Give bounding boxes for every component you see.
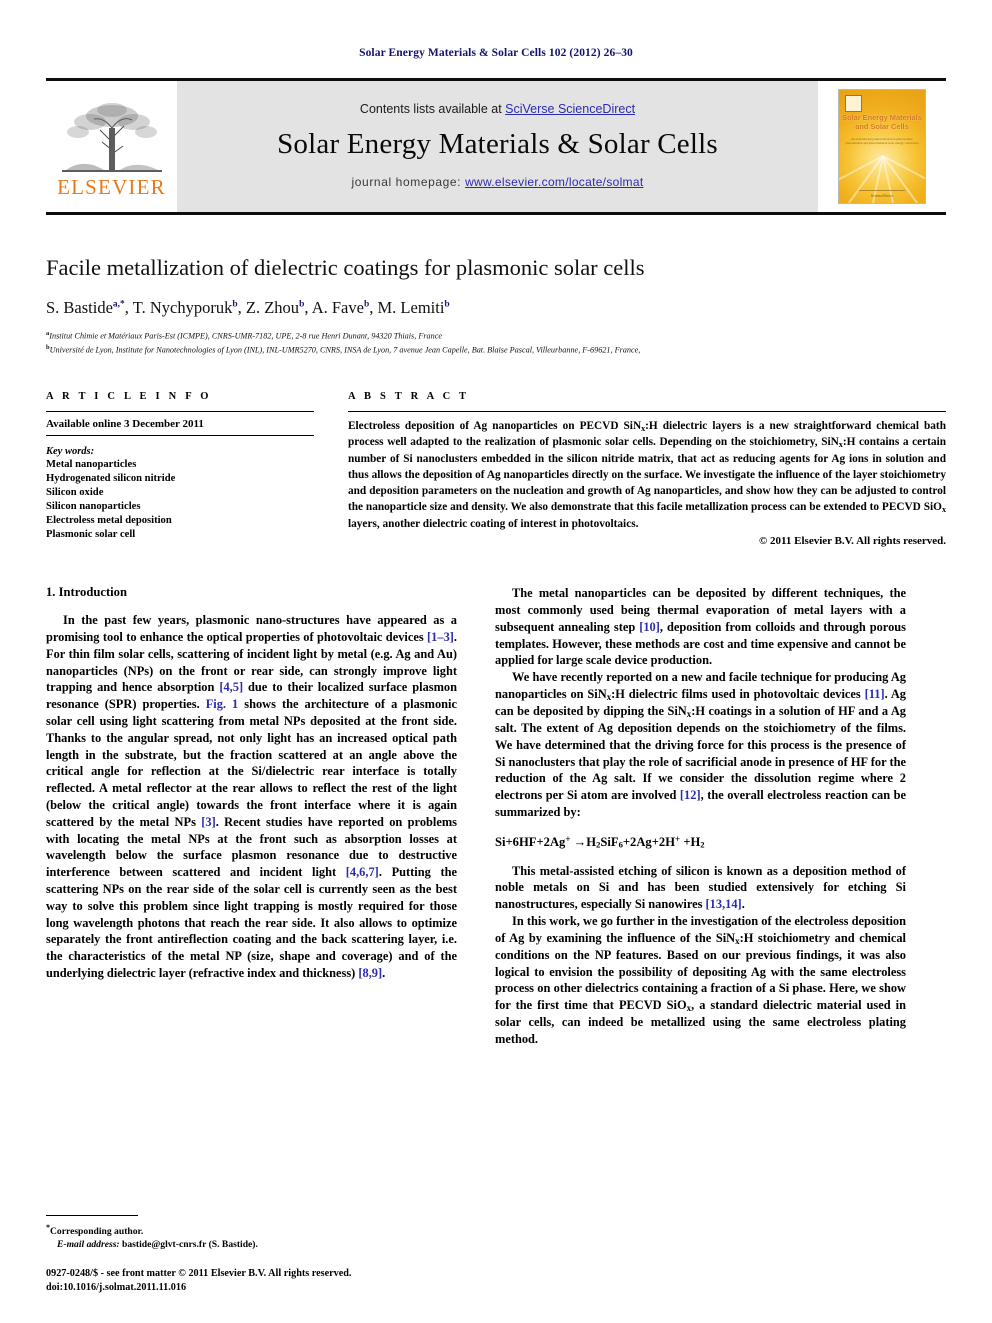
author-marks: b (299, 299, 305, 310)
abstract-copyright: © 2011 Elsevier B.V. All rights reserved… (759, 535, 946, 548)
citation-link[interactable]: [3] (201, 815, 215, 829)
elsevier-logo: ELSEVIER (46, 81, 177, 212)
keyword-item: Metal nanoparticles (46, 458, 137, 470)
corresponding-author-text: Corresponding author. (50, 1226, 144, 1237)
paragraph-metal-assisted-etching: This metal-assisted etching of silicon i… (495, 863, 906, 912)
citation-link[interactable]: [11] (865, 687, 885, 701)
sciencedirect-link[interactable]: SciVerse ScienceDirect (505, 102, 635, 116)
author-list: S. Bastidea,*, T. Nychyporukb, Z. Zhoub,… (46, 297, 450, 317)
chemical-equation: Si+6HF+2Ag+ →H2SiF6+2Ag+2H+ +H2 (495, 833, 705, 850)
title-block: Facile metallization of dielectric coati… (46, 255, 946, 357)
doi-line: doi:10.1016/j.solmat.2011.11.016 (46, 1281, 187, 1293)
cover-footer-text: ScienceDirect (870, 193, 894, 198)
author-item: Z. Zhoub (246, 298, 304, 317)
journal-banner: ELSEVIER Contents lists available at Sci… (46, 78, 946, 215)
citation-link[interactable]: [4,6,7] (346, 865, 379, 879)
citation-link[interactable]: [8,9] (358, 966, 382, 980)
citation-link[interactable]: [13,14] (706, 897, 742, 911)
abstract-column: A B S T R A C T Electroless deposition o… (348, 390, 947, 548)
keywords-list: Metal nanoparticles Hydrogenated silicon… (46, 458, 314, 542)
corresponding-author-note: *Corresponding author. (46, 1222, 457, 1239)
journal-title: Solar Energy Materials & Solar Cells (277, 128, 718, 160)
author-item: S. Bastidea,* (46, 298, 125, 317)
abstract-heading: A B S T R A C T (348, 390, 470, 402)
citation-link[interactable]: [10] (639, 620, 660, 634)
article-info-column: A R T I C L E I N F O Available online 3… (46, 391, 314, 548)
cover-title: Solar Energy Materials and Solar Cells (839, 113, 925, 132)
author-name: M. Lemiti (377, 297, 445, 317)
journal-homepage-line: journal homepage: www.elsevier.com/locat… (352, 175, 644, 189)
author-marks: b (363, 299, 370, 310)
cover-elsevier-icon (845, 95, 862, 112)
author-name: Z. Zhou (245, 297, 300, 317)
contents-available-line: Contents lists available at SciVerse Sci… (360, 102, 635, 116)
author-marks: b (232, 299, 238, 310)
page-title: Facile metallization of dielectric coati… (46, 255, 645, 280)
cover-title-line2: and Solar Cells (855, 122, 909, 132)
journal-cover-cell: Solar Energy Materials and Solar Cells A… (818, 81, 946, 212)
article-info-heading: A R T I C L E I N F O (46, 390, 212, 402)
body-columns: 1. Introduction In the past few years, p… (46, 585, 946, 1048)
author-name: S. Bastide (46, 297, 113, 317)
keyword-item: Electroless metal deposition (46, 514, 172, 526)
keyword-item: Silicon nanoparticles (46, 500, 141, 512)
keyword-item: Hydrogenated silicon nitride (46, 472, 176, 484)
footnote-block: *Corresponding author. E-mail address: b… (46, 1214, 457, 1295)
cover-title-line1: Solar Energy Materials (842, 113, 922, 122)
affiliation-b: bUniversité de Lyon, Institute for Nanot… (46, 343, 946, 357)
issn-line: 0927-0248/$ - see front matter © 2011 El… (46, 1267, 352, 1279)
paragraph-electroless-technique: We have recently reported on a new and f… (495, 670, 906, 819)
paragraph-this-work: In this work, we go further in the inves… (495, 913, 906, 1047)
affiliation-text: Institut Chimie et Matériaux Paris-Est (… (49, 331, 442, 341)
journal-cover-thumbnail: Solar Energy Materials and Solar Cells A… (838, 89, 926, 204)
right-column: The metal nanoparticles can be deposited… (495, 585, 906, 1048)
author-marks: b (444, 299, 450, 310)
available-online: Available online 3 December 2011 (46, 418, 314, 436)
divider (46, 410, 314, 412)
cover-subtitle: An international journal devoted to phot… (845, 137, 919, 145)
affiliation-a: aInstitut Chimie et Matériaux Paris-Est … (46, 329, 946, 343)
journal-homepage-link[interactable]: www.elsevier.com/locate/solmat (465, 175, 643, 189)
citation-link[interactable]: [1–3] (427, 630, 454, 644)
cover-footer: ScienceDirect (839, 190, 925, 198)
keyword-item: Silicon oxide (46, 486, 104, 498)
left-column: 1. Introduction In the past few years, p… (46, 585, 457, 1048)
figure-link[interactable]: Fig. 1 (206, 697, 239, 711)
author-name: T. Nychyporuk (132, 297, 233, 317)
keyword-item: Plasmonic solar cell (46, 529, 136, 540)
article-page: Solar Energy Materials & Solar Cells 102… (0, 0, 992, 1323)
section-heading-introduction: 1. Introduction (46, 585, 127, 600)
contents-prefix: Contents lists available at (359, 102, 506, 116)
paragraph-deposition-techniques: The metal nanoparticles can be deposited… (495, 586, 906, 668)
info-abstract-region: A R T I C L E I N F O Available online 3… (46, 390, 947, 548)
citation-link[interactable]: [4,5] (219, 680, 243, 694)
issn-block: 0927-0248/$ - see front matter © 2011 El… (46, 1267, 457, 1295)
elsevier-tree-icon (60, 98, 164, 176)
author-name: A. Fave (311, 297, 364, 317)
footnote-rule (46, 1214, 138, 1216)
citation-link[interactable]: [12] (680, 788, 701, 802)
elsevier-wordmark: ELSEVIER (57, 174, 166, 199)
abstract-text: Electroless deposition of Ag nanoparticl… (348, 419, 947, 530)
paragraph-intro: In the past few years, plasmonic nano-st… (46, 613, 457, 980)
homepage-prefix: journal homepage: (351, 175, 466, 189)
email-note: E-mail address: bastide@glvt-cnrs.fr (S.… (46, 1238, 457, 1251)
email-link[interactable]: bastide@glvt-cnrs.fr (S. Bastide). (122, 1239, 258, 1250)
email-label: E-mail address: (57, 1239, 120, 1251)
banner-center: Contents lists available at SciVerse Sci… (177, 81, 818, 212)
divider (348, 410, 946, 412)
author-item: A. Faveb (312, 298, 370, 317)
author-marks: a,* (112, 299, 125, 310)
affiliation-text: Université de Lyon, Institute for Nanote… (49, 345, 641, 355)
running-head: Solar Energy Materials & Solar Cells 102… (359, 47, 633, 59)
author-item: T. Nychyporukb (133, 298, 238, 317)
author-item: M. Lemitib (378, 298, 450, 317)
keywords-label: Key words: (46, 445, 95, 457)
